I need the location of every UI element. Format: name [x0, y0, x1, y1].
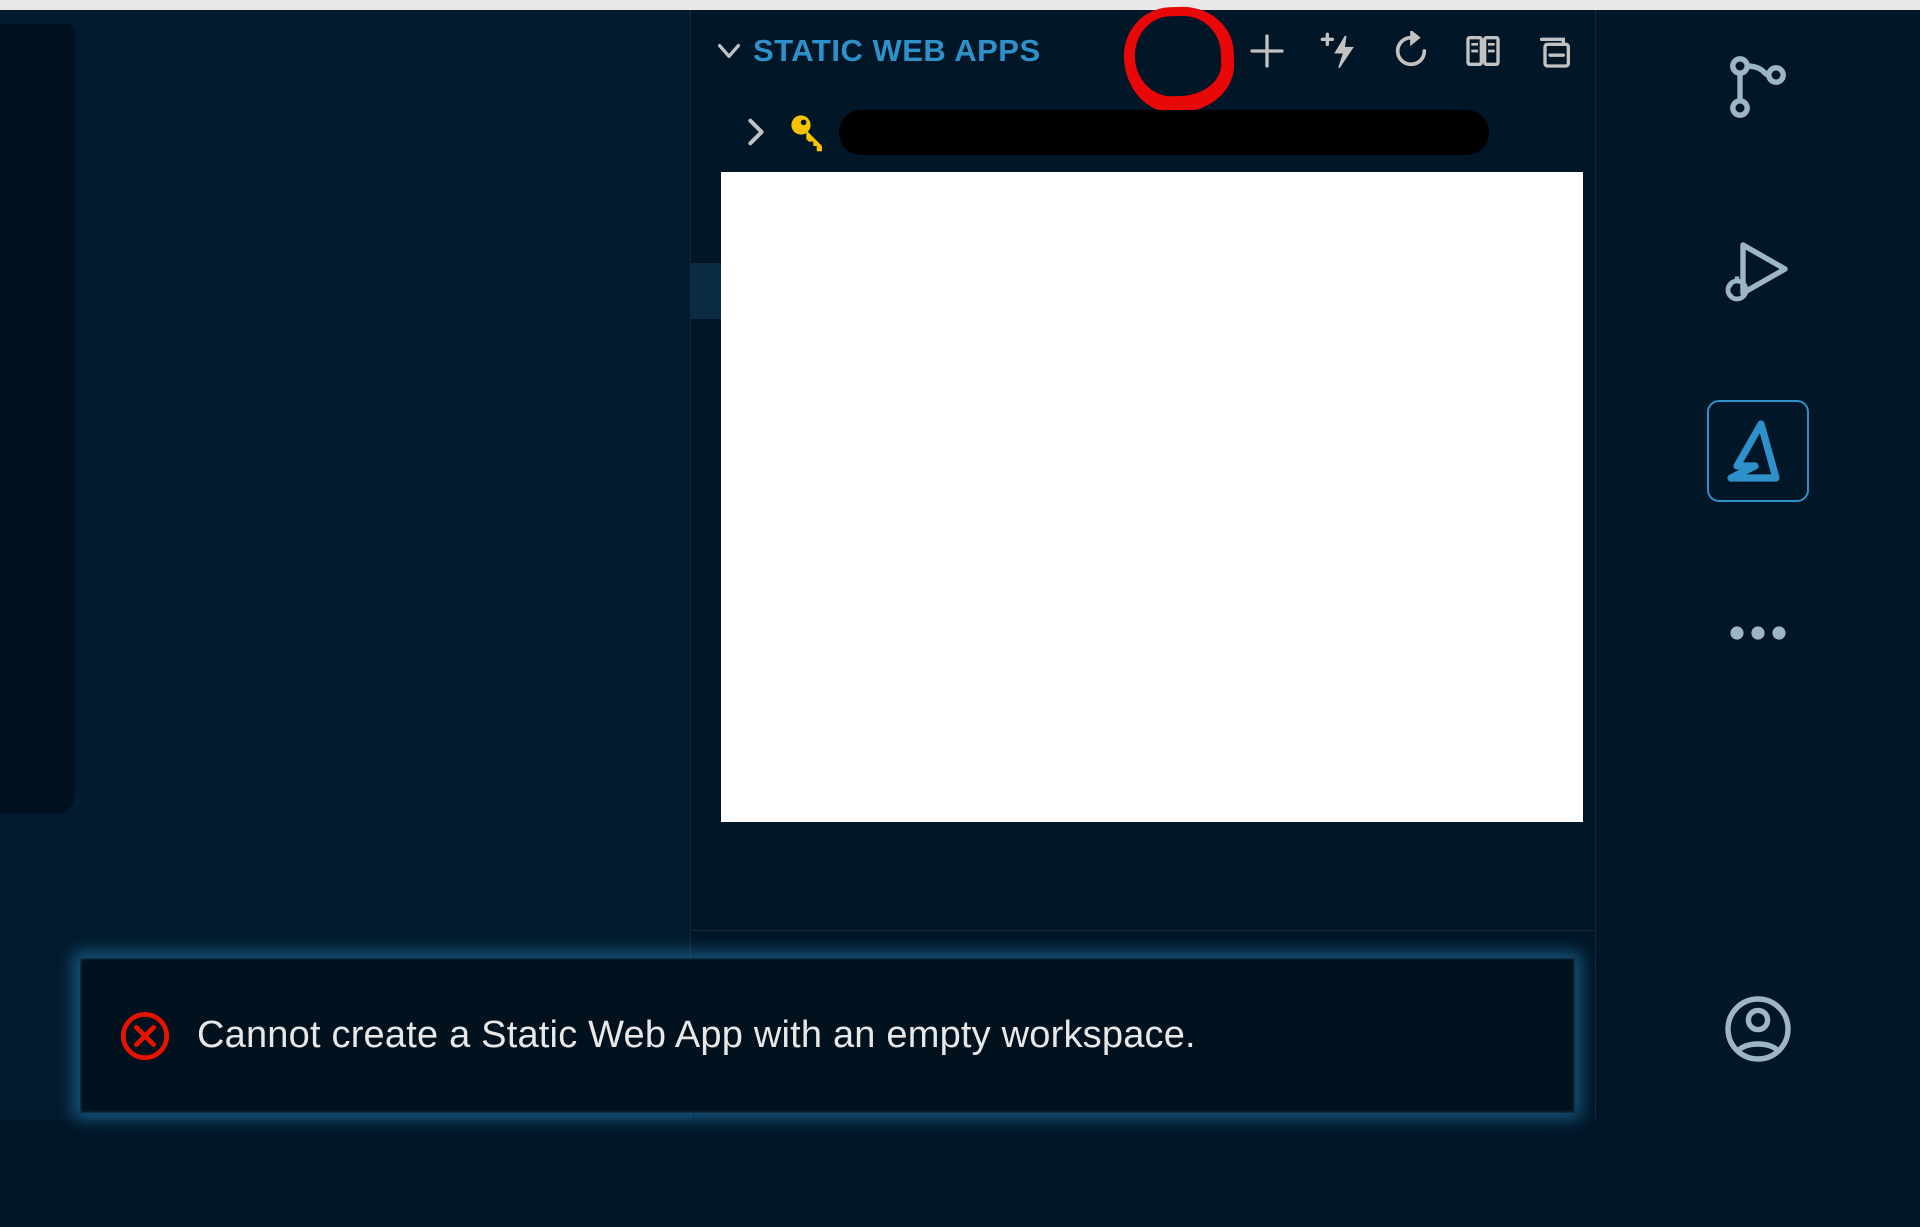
subscription-name-redacted	[839, 110, 1489, 155]
collapse-all-icon	[1535, 31, 1575, 71]
chevron-down-icon	[713, 35, 745, 67]
refresh-button[interactable]	[1389, 29, 1433, 73]
notification-text: Cannot create a Static Web App with an e…	[197, 1014, 1196, 1057]
titlebar	[0, 0, 1920, 10]
activity-account[interactable]	[1713, 984, 1803, 1074]
activity-bar	[1596, 10, 1920, 1120]
create-static-web-app-button[interactable]	[1245, 29, 1289, 73]
activity-azure[interactable]	[1713, 406, 1803, 496]
section-header-static-web-apps[interactable]: STATIC WEB APPS	[691, 21, 1595, 81]
error-notification[interactable]: Cannot create a Static Web App with an e…	[80, 958, 1575, 1113]
create-advanced-button[interactable]	[1317, 29, 1361, 73]
selection-strip	[691, 263, 721, 319]
sidebar-dark-block	[0, 24, 75, 814]
more-icon	[1722, 597, 1794, 669]
activity-more[interactable]	[1713, 588, 1803, 678]
section-divider	[691, 930, 1595, 931]
account-icon	[1722, 993, 1794, 1065]
overlay-panel	[721, 172, 1583, 822]
activity-source-control[interactable]	[1713, 42, 1803, 132]
refresh-icon	[1391, 31, 1431, 71]
run-debug-icon	[1722, 233, 1794, 305]
section-title: STATIC WEB APPS	[753, 33, 1041, 69]
section-actions	[1245, 29, 1595, 73]
editor-area	[0, 10, 690, 1120]
docs-icon	[1463, 31, 1503, 71]
plus-icon	[1247, 31, 1287, 71]
key-icon	[787, 111, 829, 153]
plus-lightning-icon	[1319, 31, 1359, 71]
chevron-right-icon	[739, 115, 773, 149]
activity-run-debug[interactable]	[1713, 224, 1803, 314]
docs-button[interactable]	[1461, 29, 1505, 73]
azure-panel: STATIC WEB APPS	[690, 10, 1596, 1120]
azure-icon	[1722, 415, 1794, 487]
error-icon	[119, 1010, 171, 1062]
source-control-icon	[1722, 51, 1794, 123]
subscription-tree-item[interactable]	[691, 98, 1595, 166]
collapse-all-button[interactable]	[1533, 29, 1577, 73]
